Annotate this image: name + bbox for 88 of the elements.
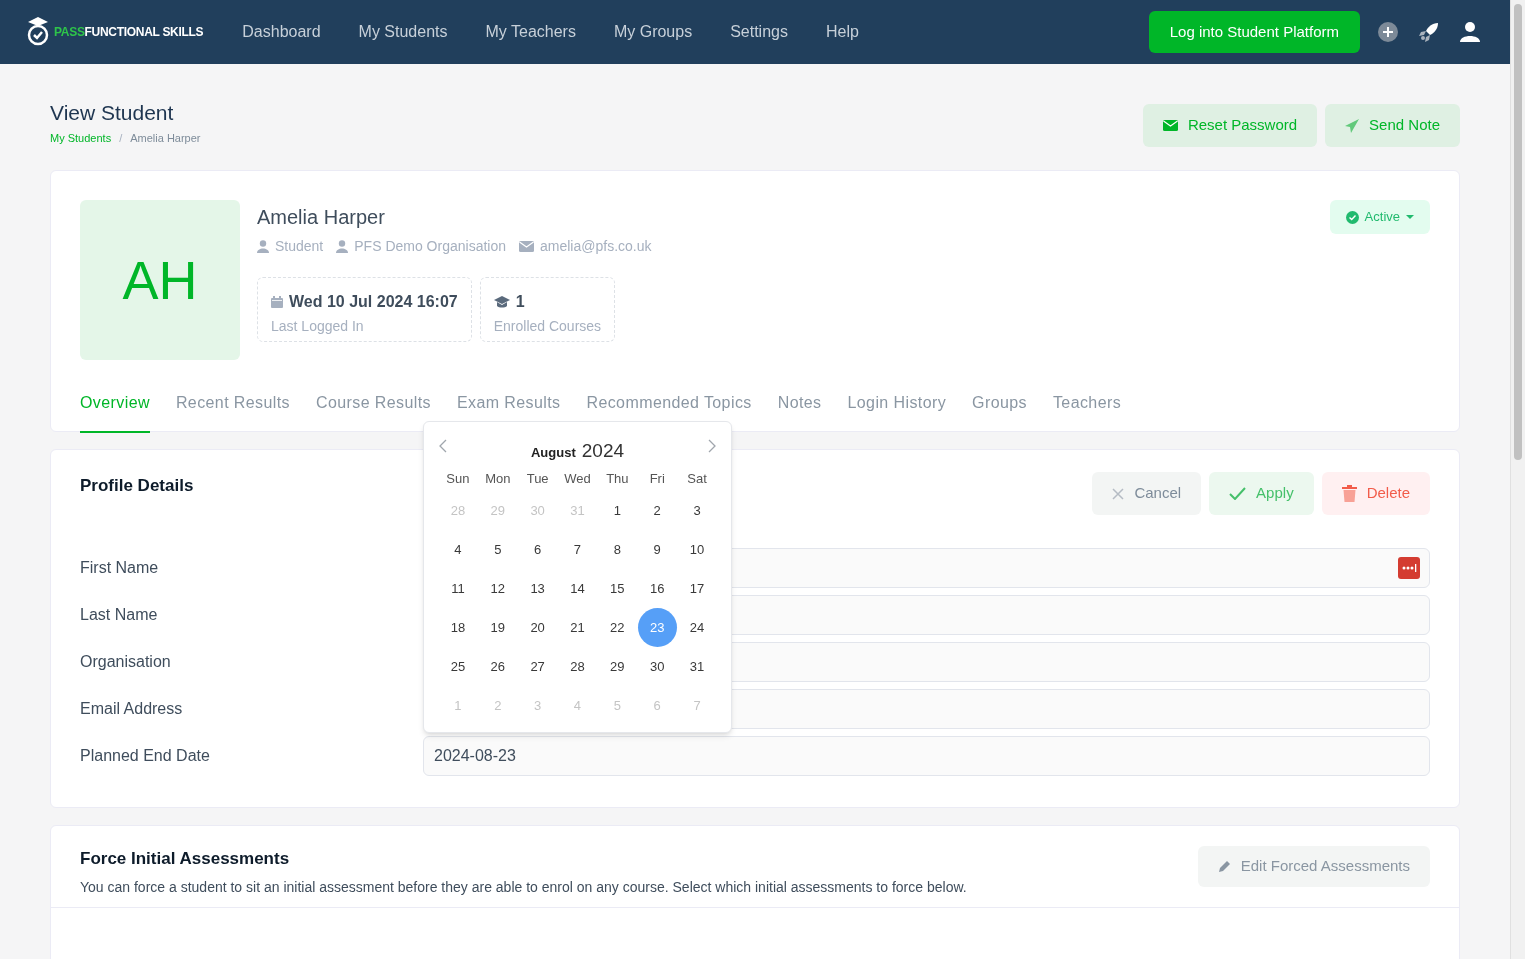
avatar: AH: [80, 200, 240, 360]
calendar-day[interactable]: 15: [597, 569, 637, 608]
weekday-label: Tue: [525, 469, 550, 488]
meta-text: Student: [275, 237, 324, 256]
calendar-day[interactable]: 8: [597, 530, 637, 569]
nav-link[interactable]: My Students: [339, 20, 467, 44]
nav-link[interactable]: My Groups: [594, 20, 712, 44]
breadcrumb-current: Amelia Harper: [130, 131, 201, 146]
nav-link[interactable]: My Teachers: [466, 20, 595, 44]
calendar-day[interactable]: 20: [518, 608, 558, 647]
nav-link[interactable]: Dashboard: [223, 20, 340, 44]
calendar-day[interactable]: 9: [637, 530, 677, 569]
graduation-cap-icon: [493, 296, 510, 308]
calendar-icon: [271, 296, 283, 308]
stat-value: 1: [515, 292, 525, 312]
stat-value: Wed 10 Jul 2024 16:07: [289, 292, 458, 312]
weekday-label: Mon: [484, 469, 512, 488]
calendar-day[interactable]: 26: [478, 647, 518, 686]
calendar-day[interactable]: 24: [677, 608, 717, 647]
calendar-day[interactable]: 16: [637, 569, 677, 608]
page-title: View Student: [50, 100, 175, 126]
person-icon: [336, 240, 349, 253]
field-label: First Name: [80, 558, 160, 578]
calendar-day[interactable]: 29: [597, 647, 637, 686]
rocket-icon[interactable]: [1418, 21, 1440, 43]
calendar-day[interactable]: 12: [478, 569, 518, 608]
year-field[interactable]: 2024: [581, 436, 625, 466]
password-manager-icon[interactable]: [1398, 557, 1420, 579]
add-icon[interactable]: [1378, 22, 1398, 42]
weekday-label: Wed: [563, 469, 592, 488]
calendar-day[interactable]: 4: [438, 530, 478, 569]
stat-label: Last Logged In: [271, 317, 365, 336]
nav-link[interactable]: Settings: [711, 20, 807, 44]
calendar-day[interactable]: 7: [558, 530, 597, 569]
logo-text[interactable]: PASSFUNCTIONAL SKILLS: [54, 23, 204, 41]
calendar-day[interactable]: 22: [597, 608, 637, 647]
person-icon: [257, 240, 269, 253]
meta-text: amelia@pfs.co.uk: [540, 237, 652, 256]
calendar-day[interactable]: 19: [478, 608, 518, 647]
calendar-day[interactable]: 31: [677, 647, 717, 686]
student-name: Amelia Harper: [257, 205, 385, 230]
input-field[interactable]: 2024-08-23: [423, 736, 1430, 776]
checkmark-icon: [1229, 487, 1247, 500]
meta-text: PFS Demo Organisation: [354, 237, 506, 256]
user-icon[interactable]: [1460, 22, 1480, 42]
field-label: Organisation: [80, 652, 172, 672]
paper-plane-icon: [1345, 118, 1360, 133]
trash-icon: [1341, 485, 1357, 502]
weekday-label: Thu: [605, 469, 630, 488]
calendar-day[interactable]: 10: [677, 530, 717, 569]
calendar-day[interactable]: 21: [558, 608, 597, 647]
caret-icon: [1406, 214, 1414, 220]
stat-label: Enrolled Courses: [493, 317, 602, 336]
calendar-day[interactable]: 13: [518, 569, 558, 608]
weekday-label: Sun: [445, 469, 471, 488]
calendar-day[interactable]: 6: [518, 530, 558, 569]
envelope-icon: [1162, 120, 1178, 131]
nav-link[interactable]: Help: [806, 20, 878, 44]
calendar-day[interactable]: 5: [478, 530, 518, 569]
section-description: You can force a student to sit an initial assessment before they are able to enrol on any course. Select which initial assessments to force below.: [80, 877, 967, 897]
month-label[interactable]: August: [530, 442, 576, 463]
calendar-day[interactable]: 27: [518, 647, 558, 686]
calendar-day[interactable]: 1: [597, 491, 637, 530]
calendar-day[interactable]: 11: [438, 569, 478, 608]
weekday-label: Fri: [648, 469, 666, 488]
scrollbar[interactable]: [1510, 0, 1525, 959]
next-month-icon[interactable]: [707, 439, 717, 453]
previous-month-icon[interactable]: [438, 439, 448, 453]
calendar-day[interactable]: 2: [637, 491, 677, 530]
check-circle-icon: [1345, 210, 1359, 224]
calendar-day[interactable]: 17: [677, 569, 717, 608]
field-label: Planned End Date: [80, 746, 211, 766]
envelope-icon: [519, 241, 534, 252]
calendar-day[interactable]: 30: [637, 647, 677, 686]
section-title: Force Initial Assessments: [80, 848, 291, 870]
weekday-label: Sat: [686, 469, 708, 488]
calendar-day[interactable]: 28: [558, 647, 597, 686]
logo-icon: [26, 16, 50, 48]
field-label: Email Address: [80, 699, 184, 719]
close-icon: [1112, 487, 1125, 500]
field-label: Last Name: [80, 605, 159, 625]
calendar-day[interactable]: 18: [438, 608, 478, 647]
pencil-icon: [1217, 860, 1231, 873]
calendar-day[interactable]: 25: [438, 647, 478, 686]
section-title: Profile Details: [80, 475, 194, 497]
calendar-day[interactable]: 14: [558, 569, 597, 608]
calendar-day[interactable]: 3: [677, 491, 717, 530]
breadcrumb-separator: /: [119, 131, 123, 146]
